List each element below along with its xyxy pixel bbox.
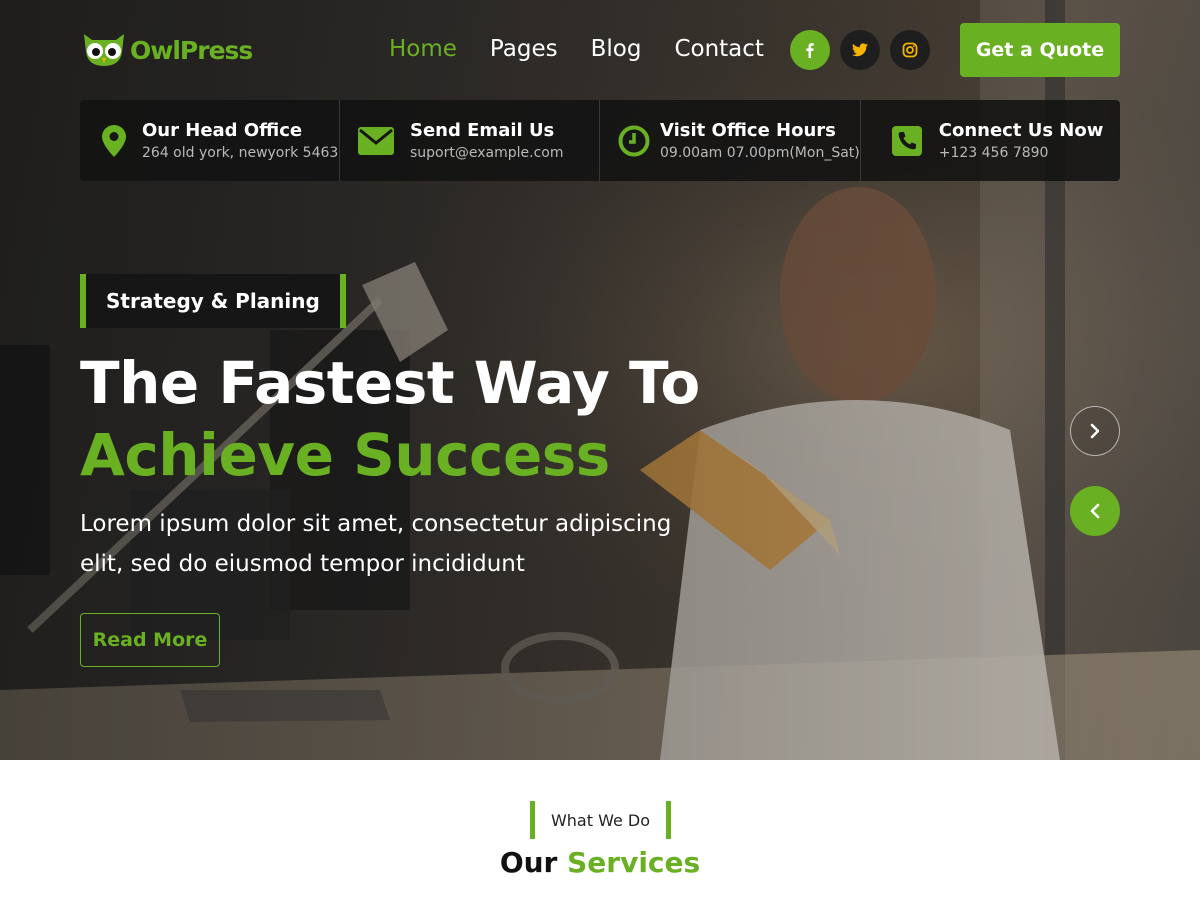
contact-info-bar: Our Head Office 264 old york, newyork 54… <box>80 100 1120 181</box>
nav-item-contact[interactable]: Contact <box>674 36 763 62</box>
instagram-button[interactable] <box>890 30 930 70</box>
brand-name: OwlPress <box>130 35 253 65</box>
services-title: Our Services <box>0 846 1200 879</box>
services-title-part1: Our <box>499 846 558 879</box>
chevron-right-icon <box>1090 423 1100 439</box>
info-item-office-hours: Visit Office Hours 09.00am 07.00pm(Mon_S… <box>600 100 861 181</box>
brand-logo[interactable]: OwlPress <box>80 30 253 70</box>
twitter-icon <box>852 43 868 57</box>
nav-item-home[interactable]: Home <box>389 36 457 62</box>
info-title: Our Head Office <box>142 119 303 141</box>
facebook-icon <box>806 43 814 58</box>
info-subtitle: 264 old york, newyork 5463 <box>142 144 339 161</box>
instagram-icon <box>902 42 918 58</box>
hero-tag: Strategy & Planing <box>80 274 346 328</box>
info-title: Send Email Us <box>410 119 555 141</box>
info-item-email: Send Email Us suport@example.com <box>340 100 600 181</box>
info-item-head-office: Our Head Office 264 old york, newyork 54… <box>80 100 340 181</box>
clock-icon <box>618 125 650 156</box>
facebook-button[interactable] <box>790 30 830 70</box>
info-title: Visit Office Hours <box>660 119 836 141</box>
hero-headline: The Fastest Way To Achieve Success <box>80 346 840 490</box>
services-title-part2: Services <box>567 846 701 879</box>
lead-line-2: elit, sed do eiusmod tempor incididunt <box>80 551 525 577</box>
twitter-button[interactable] <box>840 30 880 70</box>
nav-item-pages[interactable]: Pages <box>490 36 558 62</box>
hero-lead-text: Lorem ipsum dolor sit amet, consectetur … <box>80 504 780 584</box>
hero-section: OwlPress Home Pages Blog Contact Get a Q… <box>0 0 1200 760</box>
info-title: Connect Us Now <box>938 119 1104 141</box>
services-tag: What We Do <box>530 801 671 839</box>
info-subtitle: +123 456 7890 <box>938 144 1049 161</box>
lead-line-1: Lorem ipsum dolor sit amet, consectetur … <box>80 511 672 537</box>
headline-line-2: Achieve Success <box>80 421 610 489</box>
headline-line-1: The Fastest Way To <box>80 349 700 417</box>
chevron-left-icon <box>1090 503 1100 519</box>
read-more-button[interactable]: Read More <box>80 613 220 667</box>
info-subtitle: suport@example.com <box>410 144 564 161</box>
slider-next-button[interactable] <box>1070 406 1120 456</box>
info-subtitle: 09.00am 07.00pm(Mon_Sat) <box>660 144 860 161</box>
map-pin-icon <box>102 124 126 157</box>
slider-prev-button[interactable] <box>1070 486 1120 536</box>
get-quote-button[interactable]: Get a Quote <box>960 23 1120 77</box>
envelope-icon <box>358 126 394 155</box>
social-links <box>790 30 930 70</box>
info-item-phone: Connect Us Now +123 456 7890 <box>861 100 1121 181</box>
phone-icon <box>891 125 922 156</box>
main-nav: Home Pages Blog Contact <box>389 36 764 62</box>
nav-item-blog[interactable]: Blog <box>591 36 642 62</box>
owl-logo-icon <box>84 34 124 66</box>
